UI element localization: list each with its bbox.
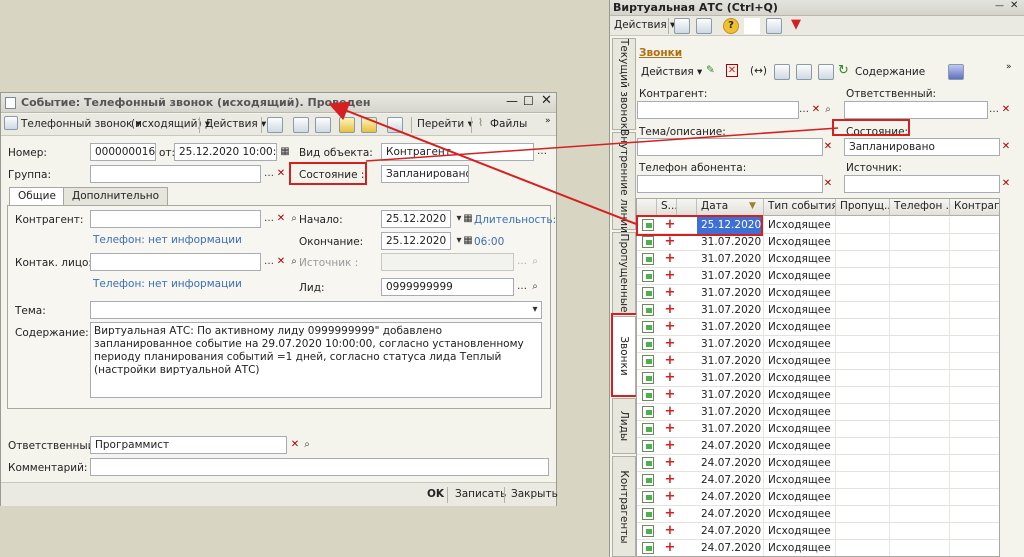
annotation-arrow (328, 101, 839, 225)
arrow-line-row-to-dialog (328, 101, 637, 225)
arrow-line-states (365, 127, 839, 162)
